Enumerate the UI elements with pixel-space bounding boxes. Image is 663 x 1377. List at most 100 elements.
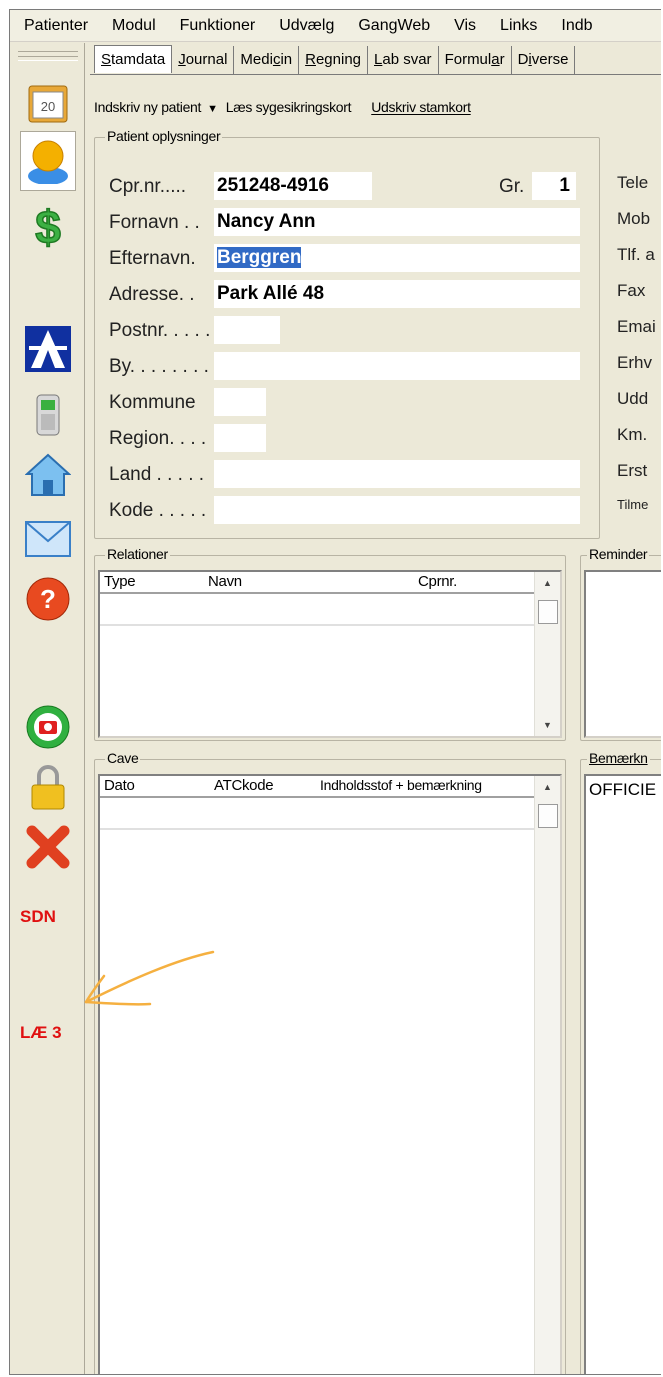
menu-links[interactable]: Links xyxy=(486,10,547,41)
firstname-field[interactable]: Nancy Ann xyxy=(214,208,580,236)
relations-list[interactable]: Type Navn Cprnr. ▲ ▼ xyxy=(98,570,562,738)
group-field[interactable]: 1 xyxy=(532,172,576,200)
action-toolbar: Indskriv ny patient ▼ Læs sygesikringskort… xyxy=(94,89,491,125)
sidebar-label-lae[interactable]: LÆ 3 xyxy=(20,1023,62,1043)
calendar-day: 20 xyxy=(41,99,55,114)
city-label: By. . . . . . . . . xyxy=(109,356,220,377)
relations-title: Relationer xyxy=(105,546,170,562)
cpr-field[interactable]: 251248-4916 xyxy=(214,172,372,200)
menu-vis[interactable]: Vis xyxy=(440,10,486,41)
reminder-field[interactable] xyxy=(584,570,661,738)
road-icon[interactable] xyxy=(24,325,72,373)
relations-group: Relationer Type Navn Cprnr. ▲ ▼ xyxy=(94,546,566,741)
left-toolbar: 20 $ ? SDN LÆ 3 xyxy=(10,43,85,1374)
reminder-group: Reminder xyxy=(580,546,661,741)
country-field[interactable] xyxy=(214,460,580,488)
menu-udvaelg[interactable]: Udvælg xyxy=(265,10,344,41)
patient-icon[interactable] xyxy=(20,131,76,191)
lock-icon[interactable] xyxy=(24,763,72,811)
group-label: Gr. xyxy=(499,176,525,197)
dollar-icon[interactable]: $ xyxy=(24,201,72,249)
cave-list[interactable]: Dato ATCkode Indholdsstof + bemærkning ▲ xyxy=(98,774,562,1374)
read-card-button[interactable]: Læs sygesikringskort xyxy=(226,89,352,125)
lastname-field[interactable]: Berggren xyxy=(214,244,580,272)
tab-bar: Stamdata Journal Medicin Regning Lab svar For… xyxy=(94,45,576,75)
phone-label: Tele xyxy=(617,173,649,192)
col-type[interactable]: Type xyxy=(104,573,136,590)
menu-gangweb[interactable]: GangWeb xyxy=(344,10,440,41)
cave-header: Dato ATCkode Indholdsstof + bemærkning xyxy=(100,776,560,798)
cave-group: Cave Dato ATCkode Indholdsstof + bemærkn… xyxy=(94,750,566,1374)
tab-diverse[interactable]: Diverse xyxy=(512,46,576,74)
km-label: Km. xyxy=(617,425,648,444)
home-icon[interactable] xyxy=(24,451,72,499)
occupation-label: Erhv xyxy=(617,353,652,372)
notes-group: Bemærkn OFFICIE xyxy=(580,750,661,1374)
tab-journal[interactable]: Journal xyxy=(172,46,235,74)
sidebar-label-sdn[interactable]: SDN xyxy=(20,907,56,927)
col-date[interactable]: Dato xyxy=(104,777,135,794)
tab-lab-svar[interactable]: Lab svar xyxy=(368,46,439,74)
postnr-field[interactable] xyxy=(214,316,280,344)
menu-modul[interactable]: Modul xyxy=(98,10,166,41)
address-label: Adresse. . xyxy=(109,284,195,305)
menubar: Patienter Modul Funktioner Udvælg GangWeb Vis… xyxy=(10,10,661,42)
education-label: Udd xyxy=(617,389,649,408)
tab-medicin[interactable]: Medicin xyxy=(234,46,300,74)
help-icon[interactable]: ? xyxy=(24,575,72,623)
svg-text:$: $ xyxy=(35,201,61,249)
tilme-label: Tilme xyxy=(617,497,649,512)
scroll-thumb[interactable] xyxy=(538,600,558,624)
col-atc[interactable]: ATCkode xyxy=(214,777,274,794)
svg-text:?: ? xyxy=(40,584,56,614)
list-item[interactable] xyxy=(100,800,560,830)
relations-scrollbar[interactable]: ▲ ▼ xyxy=(534,572,560,736)
tab-formular[interactable]: Formular xyxy=(439,46,512,74)
relations-header: Type Navn Cprnr. xyxy=(100,572,560,594)
col-cpr[interactable]: Cprnr. xyxy=(418,573,457,590)
cave-scrollbar[interactable]: ▲ xyxy=(534,776,560,1374)
webcam-icon[interactable] xyxy=(24,703,72,751)
phone-icon[interactable] xyxy=(24,391,72,439)
close-icon[interactable] xyxy=(24,823,72,871)
dropdown-arrow-icon[interactable]: ▼ xyxy=(207,103,218,115)
scroll-thumb[interactable] xyxy=(538,804,558,828)
print-card-button[interactable]: Udskriv stamkort xyxy=(371,89,471,125)
tab-stamdata[interactable]: Stamdata xyxy=(94,45,173,73)
fax-label: Fax xyxy=(617,281,646,300)
toolbar-grip[interactable] xyxy=(18,51,78,61)
scroll-up-icon[interactable]: ▲ xyxy=(543,578,552,588)
firstname-label: Fornavn . . xyxy=(109,212,200,233)
cave-title: Cave xyxy=(105,750,141,766)
register-patient-button[interactable]: Indskriv ny patient ▼ xyxy=(94,89,218,127)
region-label: Region. . . . xyxy=(109,428,207,449)
email-label: Emai xyxy=(617,317,656,336)
address-field[interactable]: Park Allé 48 xyxy=(214,280,580,308)
menu-indb[interactable]: Indb xyxy=(547,10,602,41)
municipality-label: Kommune xyxy=(109,392,196,413)
region-field[interactable] xyxy=(214,424,266,452)
patient-info-title: Patient oplysninger xyxy=(105,128,223,144)
calendar-icon[interactable]: 20 xyxy=(24,79,72,127)
menu-patienter[interactable]: Patienter xyxy=(10,10,98,41)
mobile-label: Mob xyxy=(617,209,651,228)
scroll-up-icon[interactable]: ▲ xyxy=(543,782,552,792)
scroll-down-icon[interactable]: ▼ xyxy=(543,720,552,730)
app-window: Patienter Modul Funktioner Udvælg GangWeb Vis… xyxy=(9,9,661,1375)
municipality-field[interactable] xyxy=(214,388,266,416)
annotation-arrow-icon xyxy=(84,950,215,1006)
stamdata-panel: Indskriv ny patient ▼ Læs sygesikringskort… xyxy=(90,74,661,1374)
col-name[interactable]: Navn xyxy=(208,573,242,590)
country-label: Land . . . . . xyxy=(109,464,205,485)
menu-funktioner[interactable]: Funktioner xyxy=(166,10,266,41)
code-label: Kode . . . . . xyxy=(109,500,207,521)
list-item[interactable] xyxy=(100,596,560,626)
patient-info-group: Patient oplysninger Cpr.nr..... 251248-4… xyxy=(94,128,600,539)
tab-regning[interactable]: Regning xyxy=(299,46,369,74)
city-field[interactable] xyxy=(214,352,580,380)
notes-field[interactable]: OFFICIE xyxy=(584,774,661,1374)
reminder-title: Reminder xyxy=(587,546,650,562)
col-substance[interactable]: Indholdsstof + bemærkning xyxy=(320,777,482,793)
mail-icon[interactable] xyxy=(24,515,72,563)
code-field[interactable] xyxy=(214,496,580,524)
